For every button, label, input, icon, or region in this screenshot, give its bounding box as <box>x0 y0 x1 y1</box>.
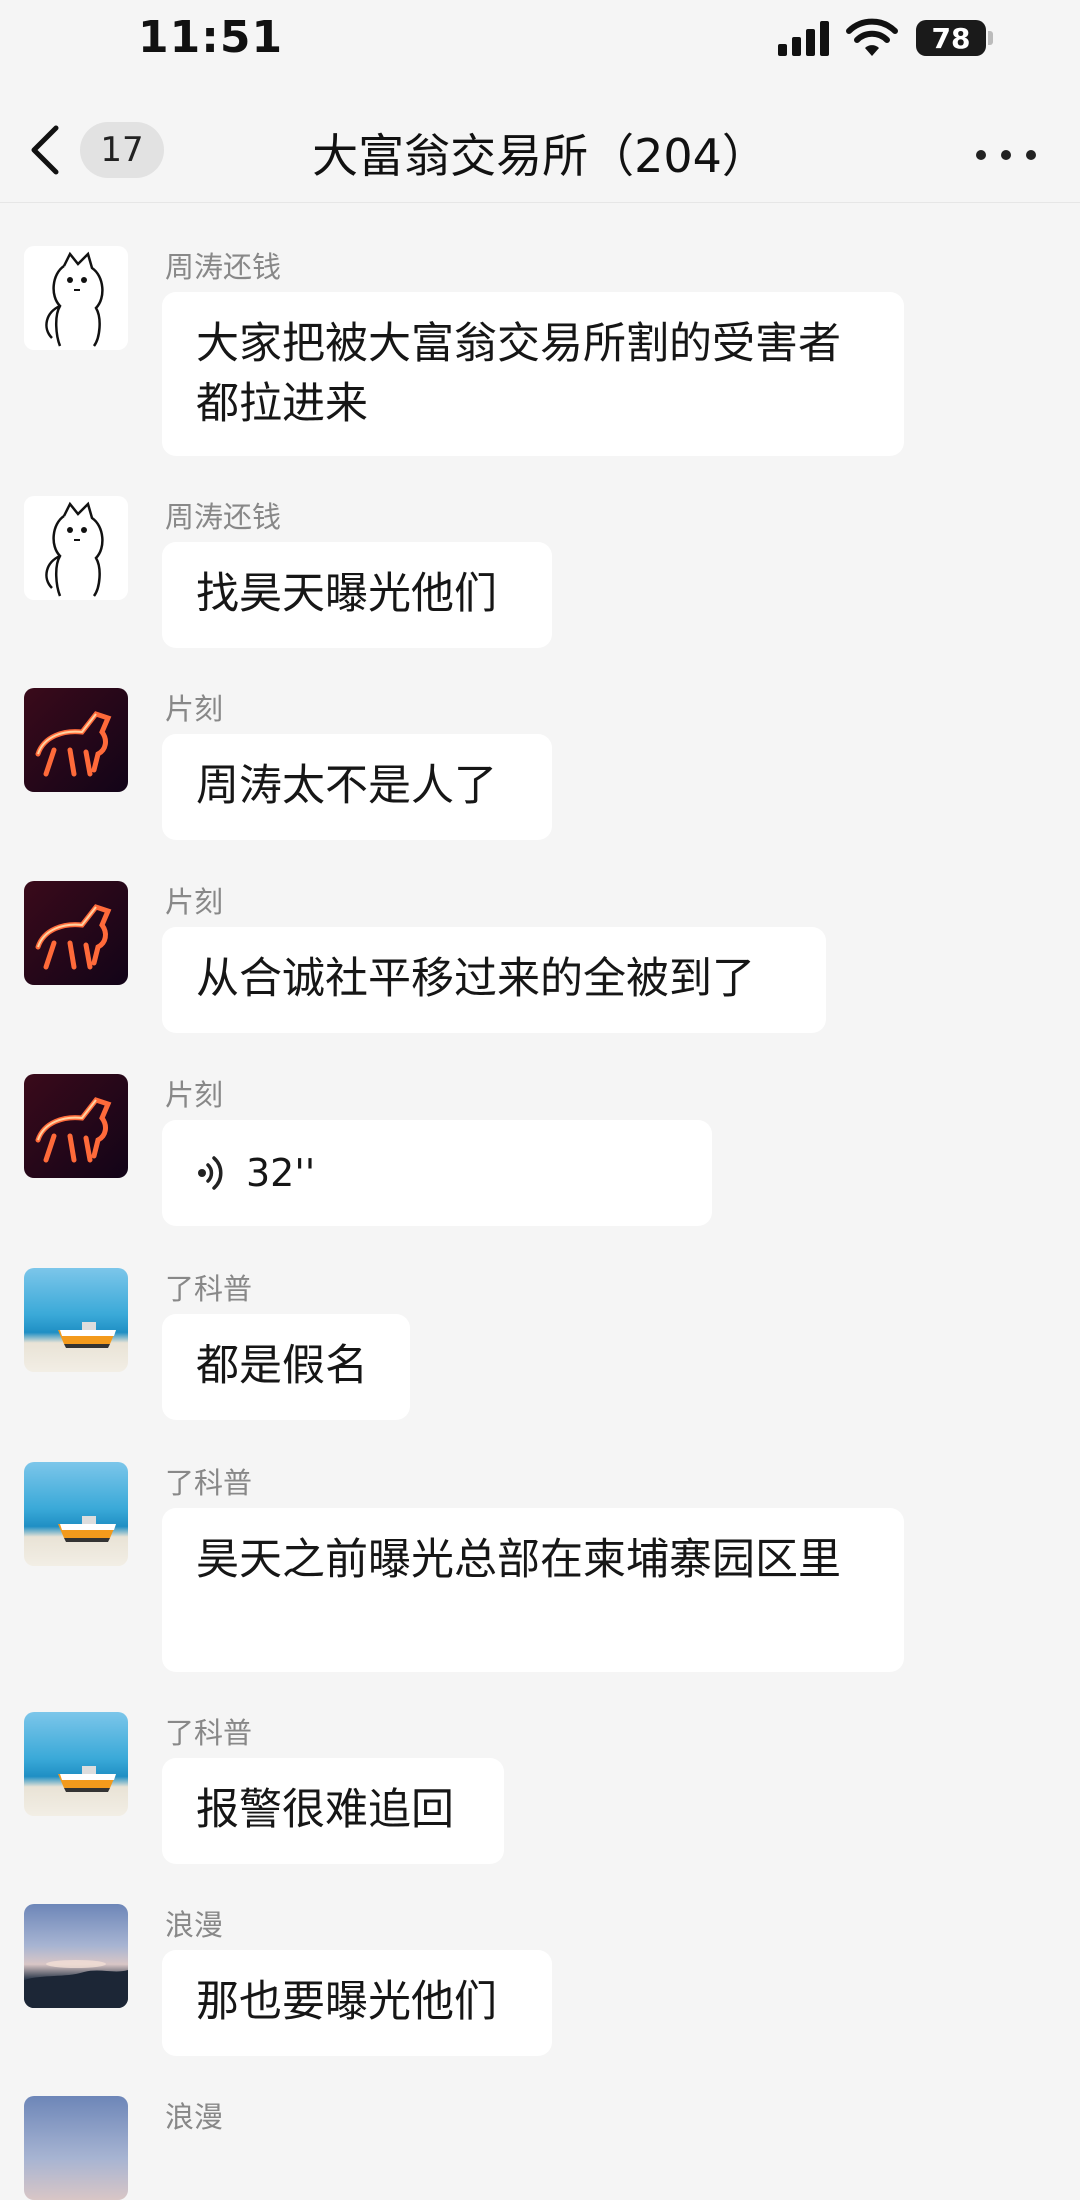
message-bubble[interactable]: 周涛太不是人了 <box>162 734 552 840</box>
sender-name: 了科普 <box>165 1716 253 1750</box>
cellular-signal-icon <box>778 21 829 56</box>
voice-wave-icon <box>198 1156 223 1190</box>
battery-indicator: 78 <box>916 20 986 56</box>
message-item: 片刻 周涛太不是人了 <box>24 646 1080 840</box>
sender-name: 周涛还钱 <box>165 500 282 534</box>
message-bubble[interactable]: 找昊天曝光他们 <box>162 542 552 648</box>
message-item: 了科普 都是假名 <box>24 1226 1080 1420</box>
beach-boat-avatar[interactable] <box>24 1268 128 1372</box>
message-bubble[interactable]: 从合诚社平移过来的全被到了 <box>162 927 826 1033</box>
message-bubble[interactable]: 那也要曝光他们 <box>162 1950 552 2056</box>
chat-header: 17 大富翁交易所（204） <box>0 100 1080 203</box>
sender-name: 浪漫 <box>165 2100 224 2134</box>
message-bubble[interactable]: 昊天之前曝光总部在柬埔寨园区里 <box>162 1508 904 1672</box>
battery-tip <box>988 31 993 45</box>
sunset-sky-avatar[interactable] <box>24 1904 128 2008</box>
message-bubble[interactable]: 报警很难追回 <box>162 1758 504 1864</box>
message-bubble[interactable]: 都是假名 <box>162 1314 410 1420</box>
message-list[interactable]: 周涛还钱 大家把被大富翁交易所割的受害者都拉进来 周涛还钱 找昊天曝光他们 片刻… <box>0 204 1080 2200</box>
message-bubble[interactable]: 大家把被大富翁交易所割的受害者都拉进来 <box>162 292 904 456</box>
more-options-icon[interactable] <box>976 140 1036 170</box>
sender-name: 片刻 <box>165 1078 224 1112</box>
sender-name: 了科普 <box>165 1466 253 1500</box>
voice-message-bubble[interactable]: 32'' <box>162 1120 712 1226</box>
cat-sketch-avatar[interactable] <box>24 496 128 600</box>
fire-horse-avatar[interactable] <box>24 1074 128 1178</box>
sunset-sky-avatar[interactable] <box>24 2096 128 2200</box>
sender-name: 片刻 <box>165 692 224 726</box>
fire-horse-avatar[interactable] <box>24 688 128 792</box>
voice-duration: 32'' <box>246 1151 316 1195</box>
beach-boat-avatar[interactable] <box>24 1462 128 1566</box>
message-item: 了科普 报警很难追回 <box>24 1670 1080 1864</box>
message-item: 浪漫 <box>24 2054 1080 2200</box>
message-item: 了科普 昊天之前曝光总部在柬埔寨园区里 <box>24 1420 1080 1672</box>
wifi-icon <box>846 18 898 56</box>
sender-name: 片刻 <box>165 885 224 919</box>
group-chat-title: 大富翁交易所（204） <box>312 129 768 183</box>
message-item: 周涛还钱 大家把被大富翁交易所割的受害者都拉进来 <box>24 204 1080 456</box>
status-bar: 11:51 78 <box>0 0 1080 80</box>
message-item: 周涛还钱 找昊天曝光他们 <box>24 454 1080 648</box>
cat-sketch-avatar[interactable] <box>24 246 128 350</box>
message-item: 片刻 从合诚社平移过来的全被到了 <box>24 839 1080 1033</box>
beach-boat-avatar[interactable] <box>24 1712 128 1816</box>
message-item: 浪漫 那也要曝光他们 <box>24 1862 1080 2056</box>
message-item: 片刻 32'' <box>24 1032 1080 1226</box>
fire-horse-avatar[interactable] <box>24 881 128 985</box>
sender-name: 浪漫 <box>165 1908 224 1942</box>
sender-name: 了科普 <box>165 1272 253 1306</box>
status-time: 11:51 <box>138 12 284 63</box>
sender-name: 周涛还钱 <box>165 250 282 284</box>
